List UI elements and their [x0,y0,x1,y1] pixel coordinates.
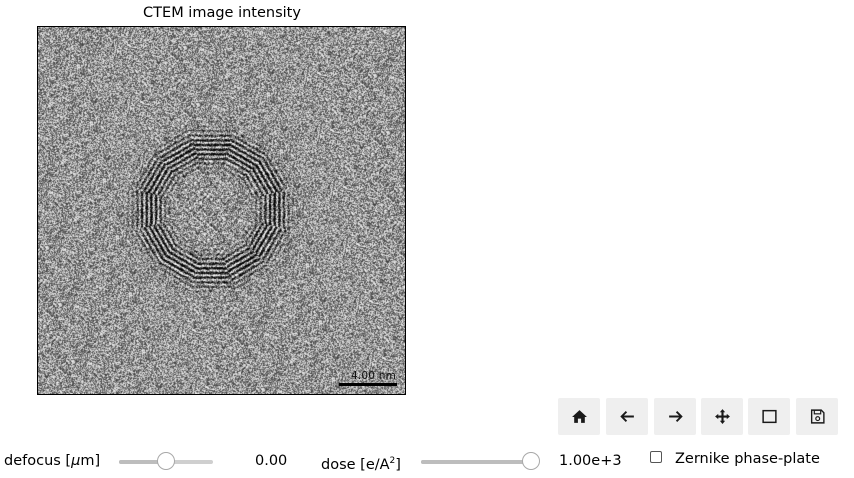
zernike-phase-plate-checkbox[interactable] [650,451,662,463]
pan-button[interactable] [701,398,743,435]
scalebar-label: 4.00 nm [351,370,396,382]
ctem-image-canvas[interactable] [38,27,405,394]
dose-slider-fill [421,460,531,464]
zernike-phase-plate-label[interactable]: Zernike phase-plate [675,450,820,468]
defocus-unit-symbol: μ [71,453,81,469]
dose-slider-handle[interactable] [522,452,540,470]
home-icon [571,410,587,423]
ctem-image[interactable]: 4.00 nm [37,26,406,395]
defocus-value: 0.00 [255,453,288,469]
defocus-slider[interactable] [119,452,213,470]
dose-slider[interactable] [421,452,540,470]
zoom-button[interactable] [748,398,790,435]
defocus-slider-handle[interactable] [157,452,175,470]
defocus-label: defocus [μm] [4,453,101,469]
controls-bar: defocus [μm] 0.00 dose [e/A2] 1.00e+3 Ze… [0,446,854,476]
back-button[interactable] [606,398,648,435]
home-button[interactable] [558,398,600,435]
scalebar [339,383,397,386]
save-icon [810,409,825,424]
arrow-right-icon [668,411,683,422]
zoom-rect-icon [761,409,777,424]
save-button[interactable] [796,398,838,435]
forward-button[interactable] [654,398,696,435]
dose-label: dose [e/A2] [321,456,401,473]
plot-title: CTEM image intensity [143,5,301,21]
arrow-left-icon [619,411,634,422]
dose-value: 1.00e+3 [559,453,622,469]
move-icon [714,409,730,424]
